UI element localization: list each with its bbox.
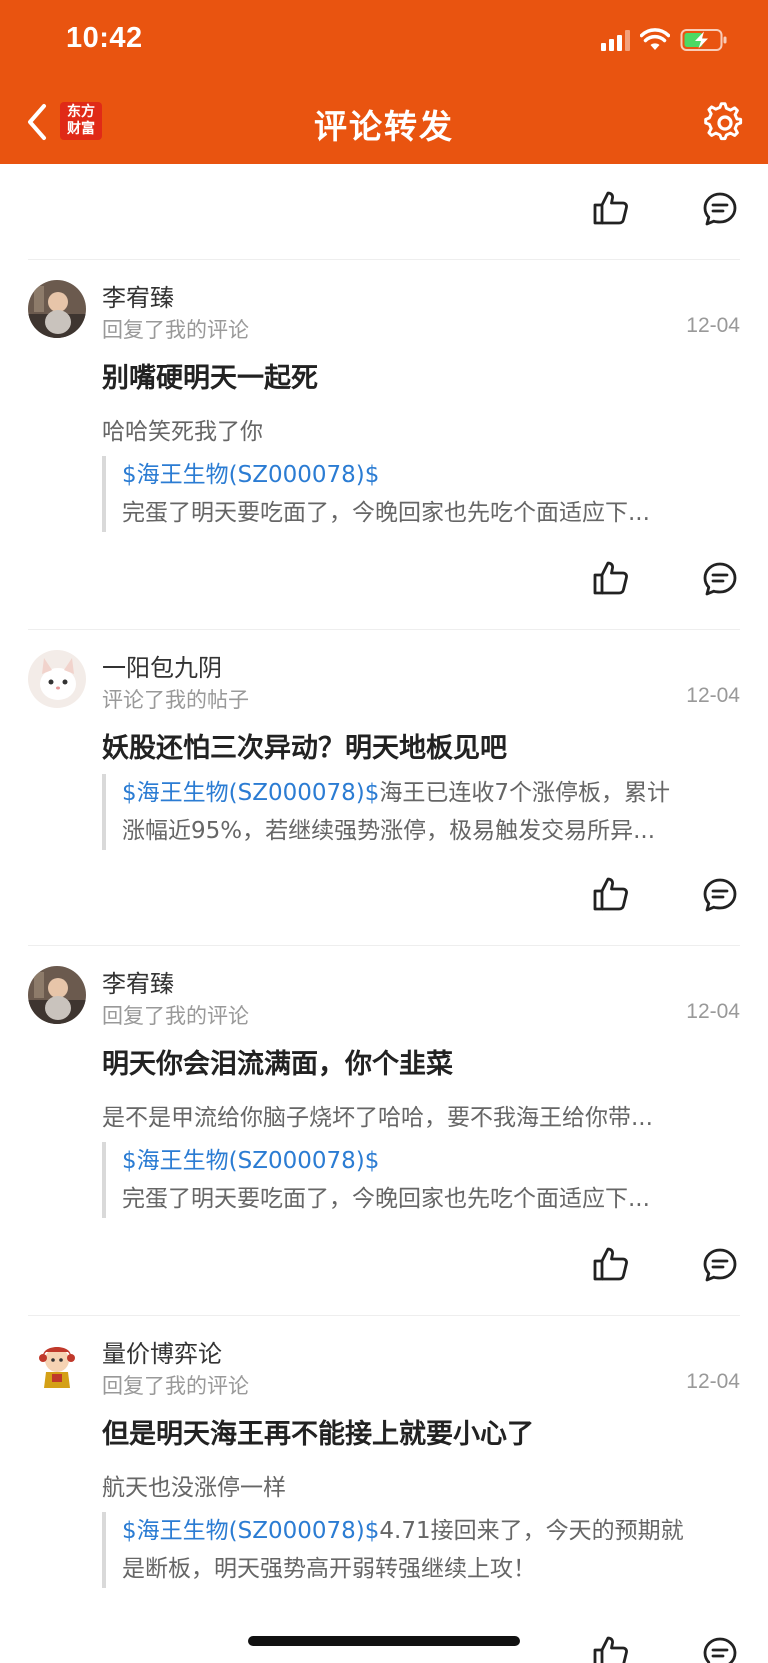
action-bar (540, 1634, 740, 1663)
comment-text: 妖股还怕三次异动？明天地板见吧 (102, 733, 507, 764)
like-button[interactable] (592, 189, 630, 227)
action-bar (540, 875, 740, 915)
reply-text: 航天也没涨停一样 (102, 1475, 286, 1501)
list-item[interactable]: 李宥臻 回复了我的评论 12-04 别嘴硬明天一起死 哈哈笑死我了你 $海王生物… (28, 260, 740, 630)
avatar[interactable] (28, 966, 86, 1024)
thumbs-up-icon (593, 1247, 628, 1281)
quoted-post[interactable]: $海王生物(SZ000078)$ 完蛋了明天要吃面了，今晚回家也先吃个面适应下.… (102, 1142, 752, 1218)
list-item[interactable]: 量价博弈论 回复了我的评论 12-04 但是明天海王再不能接上就要小心了 航天也… (28, 1316, 740, 1663)
comment-button[interactable] (702, 877, 738, 913)
timestamp: 12-04 (686, 1000, 740, 1023)
wifi-icon (640, 28, 670, 52)
quoted-post[interactable]: $海王生物(SZ000078)$ 完蛋了明天要吃面了，今晚回家也先吃个面适应下.… (102, 456, 752, 532)
user-name[interactable]: 李宥臻 (102, 278, 174, 313)
page-title: 评论转发 (314, 107, 454, 146)
user-name[interactable]: 一阳包九阴 (102, 648, 222, 683)
comment-icon (703, 878, 737, 912)
like-button[interactable] (592, 1634, 630, 1663)
action-bar (540, 559, 740, 599)
comment-icon (703, 192, 737, 226)
like-button[interactable] (592, 559, 630, 597)
list-item[interactable]: 一阳包九阴 评论了我的帖子 12-04 妖股还怕三次异动？明天地板见吧 $海王生… (28, 630, 740, 946)
thumbs-up-icon (593, 191, 628, 225)
comment-button[interactable] (702, 1636, 738, 1663)
comment-text: 明天你会泪流满面，你个韭菜 (102, 1049, 453, 1080)
comment-icon (703, 1248, 737, 1282)
action-bar (540, 1245, 740, 1285)
timestamp: 12-04 (686, 1370, 740, 1393)
stock-tag-link[interactable]: $海王生物(SZ000078)$ (122, 780, 379, 806)
avatar[interactable] (28, 650, 86, 708)
reply-text: 哈哈笑死我了你 (102, 419, 263, 445)
quoted-post-text: 完蛋了明天要吃面了，今晚回家也先吃个面适应下... (122, 1186, 650, 1212)
app-header: 10:42 东方 财富 评论转发 (0, 0, 768, 164)
action-label: 回复了我的评论 (102, 1004, 249, 1028)
list-item (28, 164, 740, 260)
action-label: 回复了我的评论 (102, 1374, 249, 1398)
comment-button[interactable] (702, 1247, 738, 1283)
quoted-post-text: 是断板，明天强势高开弱转强继续上攻！ (122, 1556, 536, 1582)
thumbs-up-icon (593, 561, 628, 595)
reply-text: 是不是甲流给你脑子烧坏了哈哈，要不我海王给你带... (102, 1105, 653, 1131)
stock-tag-link[interactable]: $海王生物(SZ000078)$ (122, 462, 379, 488)
quoted-post-text: 完蛋了明天要吃面了，今晚回家也先吃个面适应下... (122, 500, 650, 526)
avatar[interactable] (28, 280, 86, 338)
list-item[interactable]: 李宥臻 回复了我的评论 12-04 明天你会泪流满面，你个韭菜 是不是甲流给你脑… (28, 946, 740, 1316)
comment-text: 别嘴硬明天一起死 (102, 363, 318, 394)
battery-icon (680, 28, 728, 52)
status-icons (601, 26, 728, 54)
timestamp: 12-04 (686, 314, 740, 337)
action-label: 评论了我的帖子 (102, 688, 249, 712)
stock-tag-link[interactable]: $海王生物(SZ000078)$ (122, 1148, 379, 1174)
quoted-post-text: 涨幅近95%，若继续强势涨停，极易触发交易所异... (122, 818, 656, 844)
gear-icon (704, 102, 743, 141)
comment-icon (703, 1637, 737, 1663)
comment-text: 但是明天海王再不能接上就要小心了 (102, 1419, 534, 1450)
thumbs-up-icon (593, 1636, 628, 1663)
like-button[interactable] (592, 875, 630, 913)
user-name[interactable]: 量价博弈论 (102, 1334, 222, 1369)
avatar[interactable] (28, 1336, 86, 1394)
stock-tag-link[interactable]: $海王生物(SZ000078)$ (122, 1518, 379, 1544)
comment-feed[interactable]: 李宥臻 回复了我的评论 12-04 别嘴硬明天一起死 哈哈笑死我了你 $海王生物… (0, 164, 768, 1663)
signal-icon (601, 29, 630, 51)
home-indicator[interactable] (248, 1636, 520, 1646)
quoted-post[interactable]: $海王生物(SZ000078)$4.71接回来了，今天的预期就 是断板，明天强势… (102, 1512, 752, 1588)
comment-icon (703, 562, 737, 596)
comment-button[interactable] (702, 191, 738, 227)
user-name[interactable]: 李宥臻 (102, 964, 174, 999)
status-time: 10:42 (66, 22, 143, 54)
settings-button[interactable] (704, 102, 746, 144)
action-bar (540, 189, 740, 229)
action-label: 回复了我的评论 (102, 318, 249, 342)
quoted-post[interactable]: $海王生物(SZ000078)$海王已连收7个涨停板，累计 涨幅近95%，若继续… (102, 774, 752, 850)
comment-button[interactable] (702, 561, 738, 597)
timestamp: 12-04 (686, 684, 740, 707)
like-button[interactable] (592, 1245, 630, 1283)
thumbs-up-icon (593, 877, 628, 911)
